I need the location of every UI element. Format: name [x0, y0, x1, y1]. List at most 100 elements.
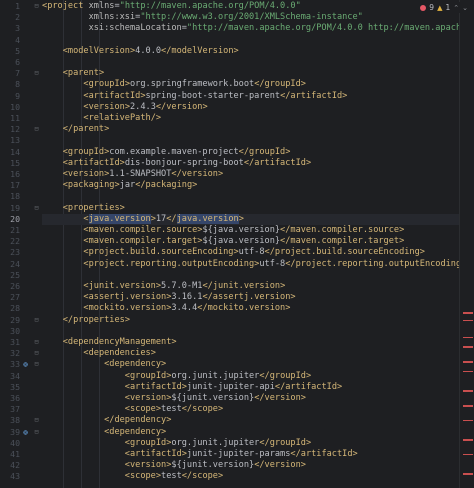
chevron-up-icon[interactable]: ⌃ [453, 4, 459, 12]
code-line[interactable]: <dependency> [42, 427, 460, 438]
code-line[interactable]: <maven.compiler.target>${java.version}</… [42, 236, 460, 247]
code-line[interactable]: <groupId>org.junit.jupiter</groupId> [42, 438, 460, 449]
code-line[interactable]: xmlns:xsi="http://www.w3.org/2001/XMLSch… [42, 12, 460, 23]
code-line[interactable] [42, 270, 460, 281]
line-number: 27 [10, 292, 20, 303]
line-number: 11 [10, 113, 20, 123]
code-line[interactable] [42, 35, 460, 46]
fold-toggle-icon[interactable]: ⊟ [33, 68, 40, 79]
code-line[interactable]: <packaging>jar</packaging> [42, 180, 460, 191]
code-line[interactable]: <dependencyManagement> [42, 337, 460, 348]
line-number: 4 [15, 34, 20, 45]
code-line[interactable] [42, 326, 460, 337]
fold-toggle-icon[interactable]: ⊟ [33, 415, 40, 426]
code-line[interactable] [42, 57, 460, 68]
line-number: 19 [10, 202, 20, 213]
vertical-scrollbar[interactable] [459, 0, 474, 488]
code-editor[interactable]: 1 ⊟ 2 3 4 5 6 7 ⊟ 8 9 10 11 12 ⊟ 13 14 15 16 17 18 19 ⊟ 20 21 22 2… [0, 0, 474, 488]
error-marker[interactable] [463, 312, 473, 314]
error-marker[interactable] [463, 453, 473, 456]
code-line[interactable]: <groupId>com.example.maven-project</grou… [42, 147, 460, 158]
fold-toggle-icon[interactable]: ⊟ [33, 1, 40, 12]
line-number: 40 [10, 437, 20, 448]
error-marker[interactable] [463, 473, 473, 475]
line-number: 36 [10, 393, 20, 403]
fold-toggle-icon[interactable]: ⊟ [33, 427, 40, 438]
error-marker[interactable] [463, 361, 473, 363]
line-number: 30 [10, 325, 20, 336]
code-line[interactable]: <mockito.version>3.4.4</mockito.version> [42, 303, 460, 314]
code-line[interactable]: <version>${junit.version}</version> [42, 460, 460, 471]
code-line[interactable]: </parent> [42, 124, 460, 135]
fold-toggle-icon[interactable]: ⊟ [33, 203, 40, 214]
error-marker[interactable] [463, 346, 473, 348]
code-line[interactable]: <maven.compiler.source>${java.version}</… [42, 225, 460, 236]
line-number: 7 [15, 68, 20, 79]
line-number: 8 [15, 79, 20, 90]
dependency-gutter-icon[interactable]: ⊚ [21, 428, 30, 437]
error-marker[interactable] [463, 390, 473, 392]
code-area[interactable]: <project xmlns="http://maven.apache.org/… [42, 0, 460, 488]
code-line[interactable] [42, 191, 460, 202]
code-line[interactable]: <scope>test</scope> [42, 471, 460, 482]
line-number: 20 [10, 213, 20, 224]
code-line[interactable]: <project.build.sourceEncoding>utf-8</pro… [42, 247, 460, 258]
code-line[interactable]: <artifactId>spring-boot-starter-parent</… [42, 91, 460, 102]
fold-toggle-icon[interactable]: ⊟ [33, 337, 40, 348]
fold-toggle-icon[interactable]: ⊟ [33, 315, 40, 326]
fold-toggle-icon[interactable]: ⊟ [33, 348, 40, 359]
line-number: 17 [10, 180, 20, 191]
error-marker[interactable] [463, 370, 473, 373]
line-number: 41 [10, 449, 20, 459]
line-number: 35 [10, 381, 20, 392]
code-line[interactable]: <scope>test</scope> [42, 404, 460, 415]
code-line[interactable]: <dependencies> [42, 348, 460, 359]
line-number: 33 [10, 359, 20, 370]
code-line[interactable]: <relativePath/> [42, 113, 460, 124]
code-line[interactable]: <version>2.4.3</version> [42, 102, 460, 113]
line-number-gutter: 1 ⊟ 2 3 4 5 6 7 ⊟ 8 9 10 11 12 ⊟ 13 14 15 16 17 18 19 ⊟ 20 21 22 2… [0, 0, 42, 488]
code-line[interactable]: </dependency> [42, 415, 460, 426]
code-line[interactable]: <junit.version>5.7.0-M1</junit.version> [42, 281, 460, 292]
code-line[interactable]: <artifactId>junit-jupiter-api</artifactI… [42, 382, 460, 393]
code-line[interactable]: <project xmlns="http://maven.apache.org/… [42, 1, 460, 12]
code-line[interactable]: xsi:schemaLocation="http://maven.apache.… [42, 23, 460, 34]
line-number: 42 [10, 460, 20, 471]
line-number: 26 [10, 281, 20, 291]
code-line[interactable]: <groupId>org.junit.jupiter</groupId> [42, 371, 460, 382]
error-marker[interactable] [463, 319, 473, 322]
error-marker[interactable] [463, 439, 473, 441]
code-line[interactable]: <version>1.1-SNAPSHOT</version> [42, 169, 460, 180]
error-marker[interactable] [463, 419, 473, 422]
line-number: 25 [10, 269, 20, 280]
line-number: 31 [10, 337, 20, 347]
code-line[interactable]: <modelVersion>4.0.0</modelVersion> [42, 46, 460, 57]
code-line[interactable]: <parent> [42, 68, 460, 79]
line-number: 37 [10, 404, 20, 415]
code-line[interactable] [42, 135, 460, 146]
code-line[interactable]: <groupId>org.springframework.boot</group… [42, 79, 460, 90]
line-number: 5 [15, 45, 20, 56]
line-number: 18 [10, 191, 20, 202]
line-number: 16 [10, 169, 20, 179]
line-number: 2 [15, 12, 20, 23]
code-line[interactable]: <artifactId>dis-bonjour-spring-boot</art… [42, 158, 460, 169]
code-line[interactable]: <project.reporting.outputEncoding>utf-8<… [42, 259, 460, 270]
code-line[interactable]: </properties> [42, 315, 460, 326]
code-line[interactable]: <version>${junit.version}</version> [42, 393, 460, 404]
error-marker[interactable] [463, 336, 473, 339]
error-marker[interactable] [463, 405, 473, 407]
line-number: 21 [10, 225, 20, 235]
code-line[interactable]: <assertj.version>3.16.1</assertj.version… [42, 292, 460, 303]
fold-toggle-icon[interactable]: ⊟ [33, 359, 40, 370]
line-number: 23 [10, 247, 20, 258]
line-number: 22 [10, 236, 20, 247]
inspection-status[interactable]: 9 ▲ 1 ⌃ ⌄ [418, 2, 470, 13]
code-line[interactable]: <properties> [42, 203, 460, 214]
code-line[interactable]: <dependency> [42, 359, 460, 370]
dependency-gutter-icon[interactable]: ⊚ [21, 360, 30, 369]
code-line[interactable]: <java.version>17</java.version> [42, 213, 460, 225]
code-line[interactable]: <artifactId>junit-jupiter-params</artifa… [42, 449, 460, 460]
chevron-down-icon[interactable]: ⌄ [462, 4, 468, 12]
fold-toggle-icon[interactable]: ⊟ [33, 124, 40, 135]
